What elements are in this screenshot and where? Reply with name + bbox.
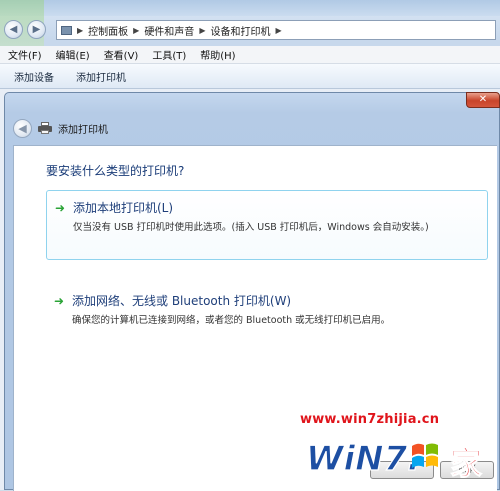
add-device-button[interactable]: 添加设备 [14, 69, 54, 84]
watermark-logo-char: 家 [450, 444, 482, 482]
chevron-right-icon: ▶ [77, 25, 84, 35]
wizard-question: 要安装什么类型的打印机? [46, 164, 185, 178]
add-network-printer-option[interactable]: ➜ 添加网络、无线或 Bluetooth 打印机(W) 确保您的计算机已连接到网… [46, 284, 488, 330]
arrow-left-icon: ◀ [9, 24, 18, 35]
address-bar[interactable]: ▶ 控制面板 ▶ 硬件和声音 ▶ 设备和打印机 ▶ [56, 20, 496, 40]
add-printer-command[interactable]: 添加打印机 [76, 69, 126, 84]
watermark-logo-text: WiN7. [306, 439, 420, 479]
back-button[interactable]: ◀ [4, 20, 23, 39]
breadcrumb-devices-printers[interactable]: 设备和打印机 [210, 23, 270, 38]
add-local-printer-option[interactable]: ➜ 添加本地打印机(L) 仅当没有 USB 打印机时使用此选项。(插入 USB … [46, 190, 488, 260]
control-panel-icon [61, 25, 72, 35]
printer-icon [38, 122, 52, 134]
menu-bar: 文件(F) 编辑(E) 查看(V) 工具(T) 帮助(H) [0, 46, 500, 64]
command-bar: 添加设备 添加打印机 [0, 64, 500, 89]
watermark-url: www.win7zhijia.cn [300, 412, 440, 427]
menu-edit[interactable]: 编辑(E) [56, 47, 90, 62]
close-icon: ✕ [478, 94, 488, 105]
option-description: 仅当没有 USB 打印机时使用此选项。(插入 USB 打印机后，Windows … [73, 222, 429, 233]
green-arrow-icon: ➜ [55, 200, 66, 215]
option-title: 添加网络、无线或 Bluetooth 打印机(W) [72, 294, 292, 308]
wizard-title: 添加打印机 [58, 124, 108, 136]
chevron-right-icon: ▶ [199, 25, 206, 35]
option-title: 添加本地打印机(L) [73, 201, 174, 215]
watermark-logo: WiN7. 家 [305, 438, 482, 482]
arrow-left-icon: ◀ [18, 121, 27, 135]
wizard-back-button[interactable]: ◀ [13, 118, 32, 138]
menu-view[interactable]: 查看(V) [104, 47, 139, 62]
menu-file[interactable]: 文件(F) [8, 47, 42, 62]
green-arrow-icon: ➜ [54, 293, 65, 308]
arrow-right-icon: ▶ [32, 24, 41, 35]
chevron-right-icon[interactable]: ▶ [275, 26, 281, 35]
menu-tools[interactable]: 工具(T) [152, 47, 186, 62]
option-description: 确保您的计算机已连接到网络，或者您的 Bluetooth 或无线打印机已启用。 [72, 315, 391, 326]
wizard-header: ◀ 添加打印机 [13, 115, 493, 141]
close-button[interactable]: ✕ [466, 92, 500, 108]
breadcrumb-hardware-sound[interactable]: 硬件和声音 [144, 23, 194, 38]
breadcrumb-control-panel[interactable]: 控制面板 [88, 23, 128, 38]
title-bar-glass [0, 0, 500, 16]
menu-help[interactable]: 帮助(H) [200, 47, 235, 62]
chevron-right-icon: ▶ [133, 25, 140, 35]
forward-button[interactable]: ▶ [27, 20, 46, 39]
